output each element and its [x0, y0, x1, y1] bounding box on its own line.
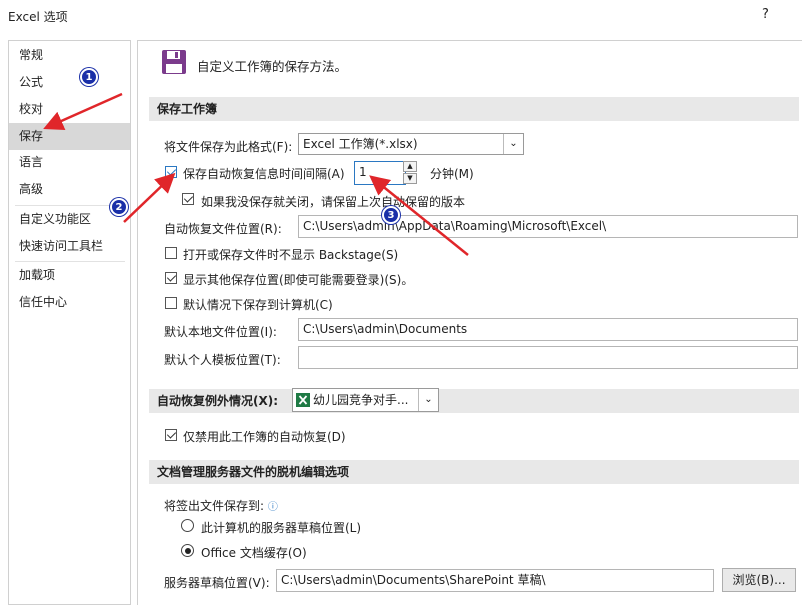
annotation-badge-3: 3 [382, 206, 400, 224]
exceptions-workbook-select[interactable]: 幼儿园竞争对手... ⌄ [292, 388, 439, 412]
local-location-input[interactable]: C:\Users\admin\Documents [298, 318, 798, 341]
chevron-down-icon[interactable]: ⌄ [418, 389, 438, 411]
page-header: 自定义工作簿的保存方法。 [197, 59, 348, 74]
sidebar-item-general[interactable]: 常规 [9, 42, 130, 69]
sidebar-item-trust-center[interactable]: 信任中心 [9, 289, 130, 316]
autorecover-location-input[interactable]: C:\Users\admin\AppData\Roaming\Microsoft… [298, 215, 798, 238]
keep-last-version-label: 如果我没保存就关闭，请保留上次自动保留的版本 [201, 195, 466, 209]
floppy-disk-icon [162, 50, 186, 74]
annotation-badge-1: 1 [80, 68, 98, 86]
radio-server-drafts-label: 此计算机的服务器草稿位置(L) [201, 521, 362, 535]
local-location-label: 默认本地文件位置(I): [164, 325, 277, 339]
format-select[interactable]: Excel 工作簿(*.xlsx) ⌄ [298, 133, 524, 155]
save-to-text: 将签出文件保存到: [164, 499, 265, 513]
exceptions-workbook-value: 幼儿园竞争对手... [313, 393, 409, 407]
show-more-locations-label: 显示其他保存位置(即使可能需要登录)(S)。 [183, 273, 414, 287]
save-to-label: 将签出文件保存到: ⓘ [164, 497, 278, 514]
sidebar-item-proofing[interactable]: 校对 [9, 96, 130, 123]
autorecover-label: 保存自动恢复信息时间间隔(A) [183, 167, 345, 181]
show-more-locations-checkbox[interactable] [165, 272, 177, 284]
disable-autorecover-checkbox[interactable] [165, 429, 177, 441]
info-icon: ⓘ [267, 502, 278, 513]
window-title: Excel 选项 [8, 10, 68, 24]
minutes-unit: 分钟(M) [430, 167, 474, 181]
spin-up-button[interactable]: ▲ [403, 161, 417, 172]
spin-down-button[interactable]: ▼ [403, 173, 417, 184]
sidebar-item-quick-access[interactable]: 快速访问工具栏 [9, 233, 130, 260]
no-backstage-checkbox[interactable] [165, 247, 177, 259]
title-bar: Excel 选项 ? [0, 0, 802, 32]
radio-office-cache-label: Office 文档缓存(O) [201, 546, 307, 560]
help-button[interactable]: ? [762, 7, 769, 22]
annotation-badge-2: 2 [110, 198, 128, 216]
autorecover-location-label: 自动恢复文件位置(R): [164, 222, 282, 236]
sidebar-item-advanced[interactable]: 高级 [9, 176, 130, 203]
disable-autorecover-label: 仅禁用此工作簿的自动恢复(D) [183, 430, 346, 444]
template-location-input[interactable] [298, 346, 798, 369]
sidebar-item-formulas[interactable]: 公式 [9, 69, 130, 96]
excel-file-icon [296, 393, 310, 407]
default-computer-checkbox[interactable] [165, 297, 177, 309]
keep-last-version-checkbox[interactable] [182, 193, 194, 205]
autorecover-checkbox[interactable] [165, 166, 177, 178]
format-label: 将文件保存为此格式(F): [164, 140, 293, 154]
section-offline-editing: 文档管理服务器文件的脱机编辑选项 [149, 460, 799, 484]
sidebar: 常规 公式 校对 保存 语言 高级 自定义功能区 快速访问工具栏 加载项 信任中… [8, 40, 131, 605]
radio-office-cache[interactable] [181, 544, 194, 557]
section-autorecover-exceptions: 自动恢复例外情况(X): [149, 389, 799, 413]
sidebar-item-save[interactable]: 保存 [9, 123, 130, 150]
section-save-workbooks: 保存工作簿 [149, 97, 799, 121]
default-computer-label: 默认情况下保存到计算机(C) [183, 298, 333, 312]
drafts-location-input[interactable]: C:\Users\admin\Documents\SharePoint 草稿\ [276, 569, 714, 592]
format-value: Excel 工作簿(*.xlsx) [303, 137, 418, 151]
drafts-location-label: 服务器草稿位置(V): [164, 576, 270, 590]
radio-server-drafts[interactable] [181, 519, 194, 532]
exceptions-label: 自动恢复例外情况(X): [157, 394, 279, 408]
browse-button[interactable]: 浏览(B)... [722, 568, 796, 592]
chevron-down-icon[interactable]: ⌄ [503, 134, 523, 154]
sidebar-item-addins[interactable]: 加载项 [9, 262, 130, 289]
autorecover-minutes-input[interactable]: 1 [354, 161, 406, 185]
template-location-label: 默认个人模板位置(T): [164, 353, 281, 367]
no-backstage-label: 打开或保存文件时不显示 Backstage(S) [183, 248, 399, 262]
sidebar-item-language[interactable]: 语言 [9, 149, 130, 176]
